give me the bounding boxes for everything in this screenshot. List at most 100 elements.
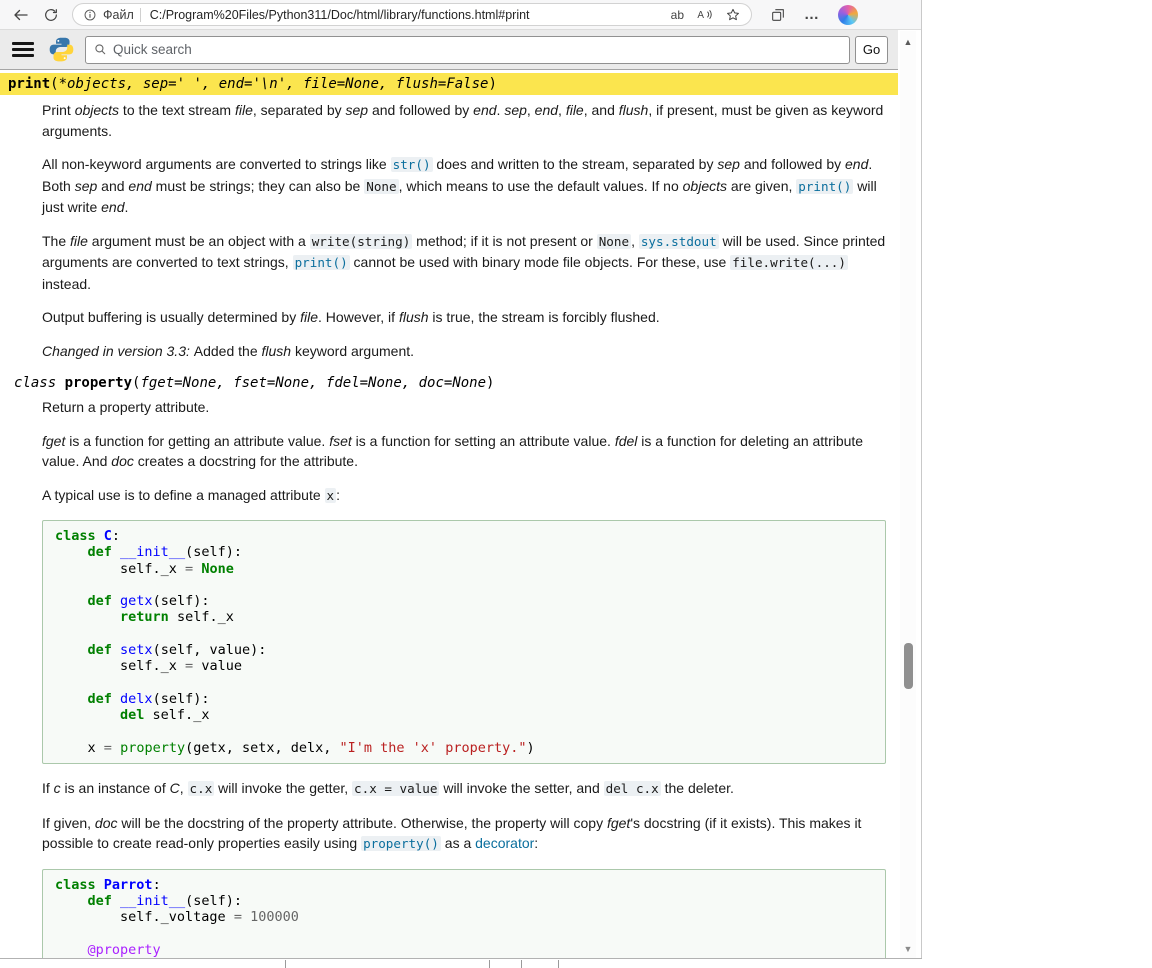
doc-link[interactable]: print() (293, 255, 350, 270)
text-segment: Return a property attribute. (42, 399, 209, 415)
print-signature: print(*objects, sep=' ', end='\n', file=… (0, 73, 898, 95)
code-token (242, 909, 250, 925)
text-segment: C (170, 780, 180, 796)
text-segment: , (180, 780, 188, 796)
text-segment: del c.x (604, 781, 661, 796)
text-segment: the deleter. (661, 780, 734, 796)
text-segment: , which means to use the default values.… (399, 178, 683, 194)
text-segment: file (70, 233, 88, 249)
text-segment: is a function for setting an attribute v… (352, 433, 615, 449)
code-token: "I'm the 'x' property." (340, 740, 527, 756)
doc-link[interactable]: decorator (475, 835, 534, 851)
back-button[interactable] (6, 2, 36, 28)
text-segment: end (473, 102, 496, 118)
text-segment: is an instance of (61, 780, 170, 796)
text-segment: write(string) (310, 234, 413, 249)
code-token (55, 609, 120, 625)
address-bar[interactable]: Файл C:/Program%20Files/Python311/Doc/ht… (72, 3, 752, 26)
text-segment: does and written to the stream, separate… (433, 156, 718, 172)
scroll-up-arrow-icon[interactable]: ▲ (900, 37, 916, 47)
text-segment: instead. (42, 276, 91, 292)
text-segment: Added the (194, 343, 262, 359)
copilot-icon[interactable] (838, 5, 858, 25)
doc-link[interactable]: sys.stdout (639, 234, 719, 249)
text-segment: None (597, 234, 631, 249)
text-segment: fget=None, fset=None, fdel=None, doc=Non… (140, 375, 486, 391)
search-box[interactable] (85, 36, 850, 64)
text-segment: : (336, 487, 340, 503)
text-segment: fset (329, 433, 352, 449)
code-block-parrot-example: class Parrot: def __init__(self): self._… (42, 869, 886, 958)
url-text[interactable]: C:/Program%20Files/Python311/Doc/html/li… (150, 8, 659, 22)
code-token (55, 893, 88, 909)
text-segment: keyword argument. (291, 343, 414, 359)
text-segment: If given, (42, 815, 95, 831)
code-token: (self): (185, 544, 242, 560)
property-description: Return a property attribute. fget is a f… (42, 397, 886, 958)
text-segment: ) (488, 76, 496, 92)
code-token: 100000 (250, 909, 299, 925)
code-token: del (120, 707, 144, 723)
text-segment: print (8, 76, 50, 92)
background-artifact (489, 960, 490, 968)
doc-link[interactable]: print() (796, 179, 853, 194)
text-segment: end (128, 178, 151, 194)
text-segment: , (558, 102, 566, 118)
docs-content: print(*objects, sep=' ', end='\n', file=… (0, 71, 898, 958)
text-segment: fdel (615, 433, 638, 449)
text-segment: Changed in version 3.3: (42, 343, 194, 359)
info-icon[interactable] (83, 8, 97, 22)
code-token: x (55, 740, 104, 756)
more-menu-icon[interactable]: … (804, 10, 820, 20)
protocol-label: Файл (103, 8, 134, 22)
browser-window: Файл C:/Program%20Files/Python311/Doc/ht… (0, 0, 922, 968)
text-segment: as a (441, 835, 475, 851)
collections-icon[interactable] (770, 7, 786, 23)
text-segment: end (101, 199, 124, 215)
code-token: def (88, 593, 112, 609)
code-line (55, 577, 873, 593)
text-segment: fget (42, 433, 65, 449)
python-logo[interactable] (48, 36, 75, 63)
text-segment: are given, (727, 178, 796, 194)
doc-link[interactable]: property() (361, 836, 441, 851)
text-segment: sep (717, 156, 740, 172)
code-token: def (88, 893, 112, 909)
code-token: = (104, 740, 112, 756)
text-segment: Output buffering is usually determined b… (42, 309, 300, 325)
menu-hamburger-icon[interactable] (12, 42, 34, 57)
code-token: delx (120, 691, 153, 707)
doc-link[interactable]: str() (391, 157, 433, 172)
code-line: x = property(getx, setx, delx, "I'm the … (55, 740, 873, 756)
text-segment: : (534, 835, 538, 851)
text-segment: doc (95, 815, 118, 831)
text-segment: must be strings; they can also be (152, 178, 364, 194)
docs-nav-bar: Go (0, 30, 898, 70)
text-segment: cannot be used with binary mode file obj… (350, 254, 731, 270)
refresh-button[interactable] (36, 2, 66, 28)
search-input[interactable] (107, 42, 849, 57)
code-line: class C: (55, 528, 873, 544)
code-token (55, 642, 88, 658)
translate-icon[interactable]: ab (671, 8, 684, 22)
go-button[interactable]: Go (855, 36, 888, 64)
code-token (96, 877, 104, 893)
text-segment: The (42, 233, 70, 249)
read-aloud-icon[interactable]: A (696, 6, 713, 23)
favorites-star-icon[interactable] (725, 7, 741, 23)
paragraph: The file argument must be an object with… (42, 231, 886, 295)
print-description: Print objects to the text stream file, s… (42, 100, 886, 361)
code-line: def getx(self): (55, 593, 873, 609)
code-token: self._x (55, 658, 185, 674)
code-token (55, 593, 88, 609)
vertical-scrollbar[interactable]: ▲ ▼ (900, 31, 916, 958)
scroll-thumb[interactable] (904, 643, 913, 689)
paragraph: fget is a function for getting an attrib… (42, 431, 886, 472)
paragraph: A typical use is to define a managed att… (42, 485, 886, 507)
code-token: return (120, 609, 169, 625)
scroll-down-arrow-icon[interactable]: ▼ (900, 944, 916, 954)
text-segment: argument must be an object with a (88, 233, 310, 249)
text-segment: file.write(...) (730, 255, 848, 270)
paragraph: All non-keyword arguments are converted … (42, 154, 886, 218)
code-line: def __init__(self): (55, 893, 873, 909)
